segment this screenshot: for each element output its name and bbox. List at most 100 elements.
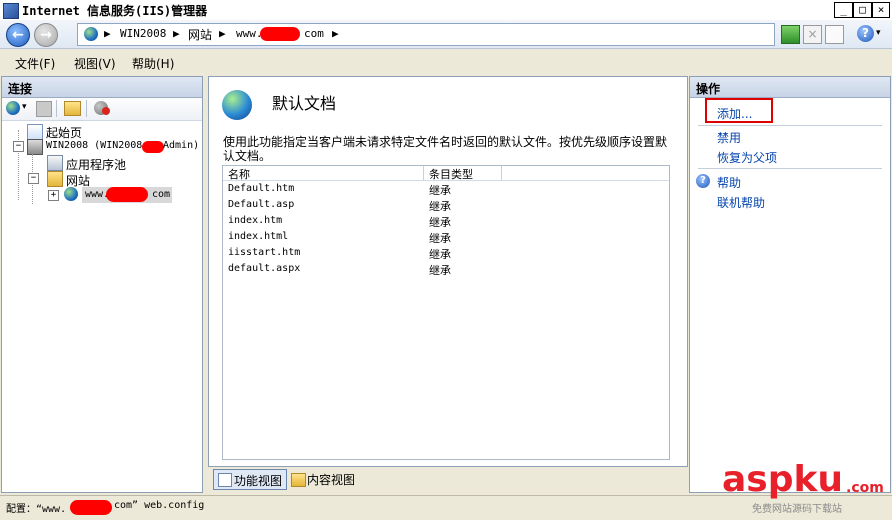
row-name: Default.htm — [228, 183, 295, 194]
redaction-mark — [260, 27, 300, 41]
minimize-button[interactable]: _ — [834, 2, 853, 18]
status-config-suffix: com” web.config — [114, 500, 205, 511]
row-name: Default.asp — [228, 199, 295, 210]
menu-bar: 文件(F) 视图(V) 帮助(H) — [0, 49, 892, 75]
actions-header: 操作 — [690, 77, 890, 98]
features-view-icon — [218, 473, 232, 487]
table-row[interactable]: Default.asp 继承 — [223, 197, 669, 213]
save-icon[interactable] — [36, 101, 52, 117]
sites-folder-icon — [47, 171, 63, 187]
collapse-toggle-icon[interactable]: − — [28, 173, 39, 184]
actions-title: 操作 — [696, 82, 721, 96]
connect-dropdown-icon[interactable]: ▾ — [22, 102, 27, 112]
column-divider[interactable] — [501, 166, 502, 180]
features-view-label: 功能视图 — [234, 474, 283, 488]
server-icon — [27, 139, 43, 155]
crumb-site-suffix[interactable]: com — [304, 27, 324, 40]
online-help-action-link[interactable]: 联机帮助 — [717, 194, 765, 211]
page-description-line1: 使用此功能指定当客户端未请求特定文件名时返回的默认文件。按优先级顺序设置默 — [223, 135, 668, 149]
connections-panel: 连接 ▾ 起始页 − WIN2008 (WIN2008 Admin) 应用程序池… — [1, 76, 203, 493]
row-name: iisstart.htm — [228, 247, 301, 258]
features-view-tab[interactable]: 功能视图 — [213, 469, 287, 490]
start-page-icon — [27, 124, 43, 140]
revert-action-link[interactable]: 恢复为父项 — [717, 149, 777, 166]
page-description-line2: 认文档。 — [223, 149, 272, 163]
crumb-site-prefix[interactable]: www. — [236, 27, 263, 40]
maximize-button[interactable]: □ — [853, 2, 872, 18]
list-header: 名称 条目类型 — [223, 166, 669, 181]
menu-view[interactable]: 视图(V) — [74, 55, 116, 72]
help-action-link[interactable]: 帮助 — [717, 174, 741, 191]
arrow-right-icon: → — [40, 27, 52, 43]
row-type: 继承 — [429, 264, 451, 277]
iis-app-icon — [3, 3, 19, 19]
row-name: default.aspx — [228, 263, 301, 274]
tree-site-suffix[interactable]: com — [152, 189, 170, 200]
folder-up-icon[interactable] — [64, 101, 81, 116]
watermark-brand: aspku — [722, 459, 844, 500]
center-panel: 默认文档 使用此功能指定当客户端未请求特定文件名时返回的默认文件。按优先级顺序设… — [208, 76, 688, 467]
back-button[interactable]: ← — [6, 23, 30, 47]
disable-action-link[interactable]: 禁用 — [717, 129, 741, 146]
watermark-tagline: 免费网站源码下载站 — [752, 504, 842, 515]
menu-help[interactable]: 帮助(H) — [132, 55, 174, 72]
redaction-mark — [70, 500, 112, 515]
row-name: index.html — [228, 231, 289, 242]
stop-icon[interactable]: × — [803, 25, 822, 44]
tree-server-suffix[interactable]: Admin) — [163, 140, 199, 151]
connections-title: 连接 — [8, 82, 33, 96]
redaction-mark — [142, 141, 164, 153]
toolbar-divider — [86, 100, 87, 117]
app-pool-icon — [47, 155, 63, 171]
crumb-separator: ▶ — [332, 27, 339, 40]
row-type: 继承 — [429, 216, 451, 229]
disconnect-badge-icon — [102, 107, 110, 115]
page-title: 默认文档 — [272, 94, 337, 113]
table-row[interactable]: index.htm 继承 — [223, 213, 669, 229]
watermark-tld: .com — [846, 480, 884, 496]
home-icon[interactable] — [825, 25, 844, 44]
tree-server-prefix[interactable]: WIN2008 (WIN2008 — [46, 140, 142, 151]
column-header-name[interactable]: 名称 — [228, 166, 250, 182]
crumb-sites[interactable]: 网站 — [188, 26, 212, 43]
actions-divider — [698, 168, 882, 169]
content-view-icon — [291, 473, 306, 487]
table-row[interactable]: default.aspx 继承 — [223, 261, 669, 277]
connect-icon[interactable] — [6, 101, 20, 115]
help-icon[interactable]: ? — [857, 25, 874, 42]
table-row[interactable]: iisstart.htm 继承 — [223, 245, 669, 261]
menu-file[interactable]: 文件(F) — [15, 55, 55, 72]
tree-app-pools[interactable]: 应用程序池 — [66, 156, 126, 173]
expand-toggle-icon[interactable]: + — [48, 190, 59, 201]
crumb-separator: ▶ — [219, 27, 226, 40]
actions-panel: 操作 添加... 禁用 恢复为父项 ? 帮助 联机帮助 — [689, 76, 891, 493]
forward-button[interactable]: → — [34, 23, 58, 47]
arrow-left-icon: ← — [12, 27, 24, 43]
status-config-prefix: 配置：“www. — [6, 504, 67, 515]
column-header-type[interactable]: 条目类型 — [429, 166, 473, 182]
help-dropdown-chevron-icon[interactable]: ▾ — [876, 28, 881, 38]
collapse-toggle-icon[interactable]: − — [13, 141, 24, 152]
row-type: 继承 — [429, 200, 451, 213]
column-divider[interactable] — [423, 166, 424, 180]
tree-start-page[interactable]: 起始页 — [46, 124, 82, 141]
table-row[interactable]: Default.htm 继承 — [223, 181, 669, 197]
crumb-server[interactable]: WIN2008 — [120, 27, 166, 40]
crumb-separator: ▶ — [104, 27, 111, 40]
actions-divider — [698, 125, 882, 126]
row-type: 继承 — [429, 232, 451, 245]
table-row[interactable]: index.html 继承 — [223, 229, 669, 245]
row-name: index.htm — [228, 215, 283, 226]
refresh-icon[interactable] — [781, 25, 800, 44]
connections-toolbar: ▾ — [2, 98, 202, 121]
content-view-label: 内容视图 — [307, 473, 356, 487]
connections-tree: 起始页 − WIN2008 (WIN2008 Admin) 应用程序池 − 网站… — [2, 121, 202, 481]
close-button[interactable]: × — [872, 2, 890, 18]
address-breadcrumb-field[interactable]: ▶ WIN2008 ▶ 网站 ▶ www. com ▶ — [77, 23, 775, 46]
default-documents-list[interactable]: 名称 条目类型 Default.htm 继承 Default.asp 继承 in… — [222, 165, 670, 460]
content-view-tab[interactable]: 内容视图 — [289, 470, 359, 488]
website-globe-icon — [64, 187, 78, 201]
help-icon: ? — [696, 174, 710, 188]
title-bar: Internet 信息服务(IIS)管理器 _ □ × — [0, 0, 892, 21]
add-action-link[interactable]: 添加... — [717, 105, 752, 122]
